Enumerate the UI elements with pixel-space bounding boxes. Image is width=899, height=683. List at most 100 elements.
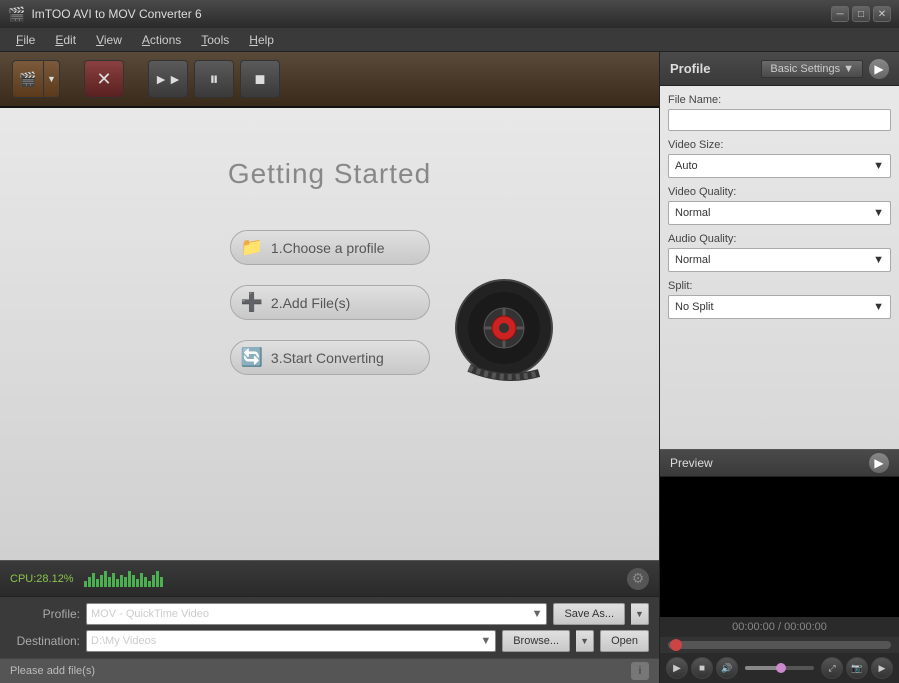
settings-button[interactable]: ▶ [871, 657, 893, 679]
basic-settings-chevron: ▼ [843, 63, 854, 75]
status-bar: CPU:28.12% [0, 560, 659, 596]
audio-quality-select[interactable]: Normal ▼ [668, 248, 891, 272]
destination-value: D:\My Videos [91, 635, 156, 647]
volume-knob[interactable] [776, 663, 786, 673]
audio-quality-row: Audio Quality: Normal ▼ [668, 233, 891, 272]
cpu-bar [128, 571, 131, 587]
cpu-bars [84, 571, 163, 587]
basic-settings-label: Basic Settings [770, 63, 840, 75]
split-arrow: ▼ [873, 301, 884, 313]
basic-settings-button[interactable]: Basic Settings ▼ [761, 60, 863, 78]
open-label: Open [611, 635, 638, 647]
file-name-row: File Name: [668, 94, 891, 131]
file-name-input[interactable] [668, 109, 891, 131]
profile-header: Profile Basic Settings ▼ ▶ [660, 52, 899, 86]
add-file-arrow[interactable]: ▼ [44, 60, 60, 98]
seek-bar[interactable] [668, 641, 891, 649]
fullscreen-button[interactable]: 📷 [846, 657, 868, 679]
video-size-select[interactable]: Auto ▼ [668, 154, 891, 178]
menu-bar: File Edit View Actions Tools Help [0, 28, 899, 52]
status-text-bar: Please add file(s) i [0, 658, 659, 683]
browse-label: Browse... [513, 635, 559, 647]
video-quality-value: Normal [675, 207, 710, 219]
cpu-bar [92, 573, 95, 587]
split-value: No Split [675, 301, 714, 313]
cpu-bar [96, 579, 99, 587]
menu-edit[interactable]: Edit [45, 31, 86, 49]
pause-button[interactable]: ⏸ [194, 60, 234, 98]
menu-file[interactable]: File [6, 31, 45, 49]
preview-controls: ▶ ■ 🔊 ⤢ 📷 ▶ [660, 653, 899, 683]
cpu-bar [104, 571, 107, 587]
cpu-bar [100, 575, 103, 587]
profile-select[interactable]: MOV - QuickTime Video ▼ [86, 603, 547, 625]
video-size-value: Auto [675, 160, 698, 172]
cpu-bar [124, 577, 127, 587]
file-name-label: File Name: [668, 94, 891, 106]
cpu-bar [152, 575, 155, 587]
toolbar: 🎬 ▼ ✕ ►► ⏸ ■ [0, 52, 659, 108]
preview-header: Preview ▶ [660, 449, 899, 477]
cpu-bar [160, 577, 163, 587]
profile-expand-button[interactable]: ▶ [869, 59, 889, 79]
seek-knob[interactable] [670, 639, 682, 651]
add-files-button[interactable]: ➕ 2.Add File(s) [230, 285, 430, 320]
close-button[interactable]: ✕ [873, 6, 891, 22]
preview-title: Preview [670, 456, 869, 470]
minimize-button[interactable]: ─ [831, 6, 849, 22]
app-icon: 🎬 [8, 6, 25, 23]
save-as-arrow[interactable]: ▼ [631, 603, 649, 625]
cpu-bar [156, 571, 159, 587]
cpu-bar [140, 573, 143, 587]
add-file-button[interactable]: 🎬 [12, 60, 44, 98]
browse-arrow[interactable]: ▼ [576, 630, 594, 652]
remove-button[interactable]: ✕ [84, 60, 124, 98]
browse-button[interactable]: Browse... [502, 630, 570, 652]
save-as-label: Save As... [564, 608, 614, 620]
preview-expand-button[interactable]: ▶ [869, 453, 889, 473]
play-button[interactable]: ▶ [666, 657, 688, 679]
open-button[interactable]: Open [600, 630, 649, 652]
video-quality-label: Video Quality: [668, 186, 891, 198]
split-select[interactable]: No Split ▼ [668, 295, 891, 319]
title-bar: 🎬 ImTOO AVI to MOV Converter 6 ─ □ ✕ [0, 0, 899, 28]
convert-button[interactable]: ►► [148, 60, 188, 98]
menu-actions[interactable]: Actions [132, 31, 191, 49]
getting-started-label: Getting Started [228, 158, 431, 190]
audio-quality-label: Audio Quality: [668, 233, 891, 245]
add-button-group: 🎬 ▼ [12, 60, 60, 98]
cpu-bar [136, 579, 139, 587]
video-quality-select[interactable]: Normal ▼ [668, 201, 891, 225]
cpu-bar [120, 575, 123, 587]
volume-button[interactable]: 🔊 [716, 657, 738, 679]
start-converting-label: 3.Start Converting [271, 350, 384, 366]
destination-label: Destination: [10, 634, 80, 648]
menu-help[interactable]: Help [239, 31, 284, 49]
audio-quality-value: Normal [675, 254, 710, 266]
split-row: Split: No Split ▼ [668, 280, 891, 319]
stop-button[interactable]: ■ [240, 60, 280, 98]
main-layout: 🎬 ▼ ✕ ►► ⏸ ■ Getting Started 📁 1.Choose … [0, 52, 899, 683]
choose-profile-button[interactable]: 📁 1.Choose a profile [230, 230, 430, 265]
start-converting-button[interactable]: 🔄 3.Start Converting [230, 340, 430, 375]
choose-profile-icon: 📁 [241, 237, 263, 258]
left-panel: 🎬 ▼ ✕ ►► ⏸ ■ Getting Started 📁 1.Choose … [0, 52, 659, 683]
stop-preview-button[interactable]: ■ [691, 657, 713, 679]
menu-view[interactable]: View [86, 31, 132, 49]
cpu-bar [112, 573, 115, 587]
seek-bar-container [660, 637, 899, 653]
destination-select[interactable]: D:\My Videos ▼ [86, 630, 496, 652]
settings-gear-button[interactable]: ⚙ [627, 568, 649, 590]
maximize-button[interactable]: □ [852, 6, 870, 22]
menu-tools[interactable]: Tools [191, 31, 239, 49]
destination-arrow: ▼ [480, 635, 491, 647]
save-as-button[interactable]: Save As... [553, 603, 625, 625]
snapshot-button[interactable]: ⤢ [821, 657, 843, 679]
volume-slider[interactable] [745, 666, 814, 670]
destination-row: Destination: D:\My Videos ▼ Browse... ▼ … [10, 630, 649, 652]
audio-quality-arrow: ▼ [873, 254, 884, 266]
profile-select-arrow: ▼ [532, 608, 543, 620]
info-icon[interactable]: i [631, 662, 649, 680]
volume-fill [745, 666, 780, 670]
profile-row: Profile: MOV - QuickTime Video ▼ Save As… [10, 603, 649, 625]
